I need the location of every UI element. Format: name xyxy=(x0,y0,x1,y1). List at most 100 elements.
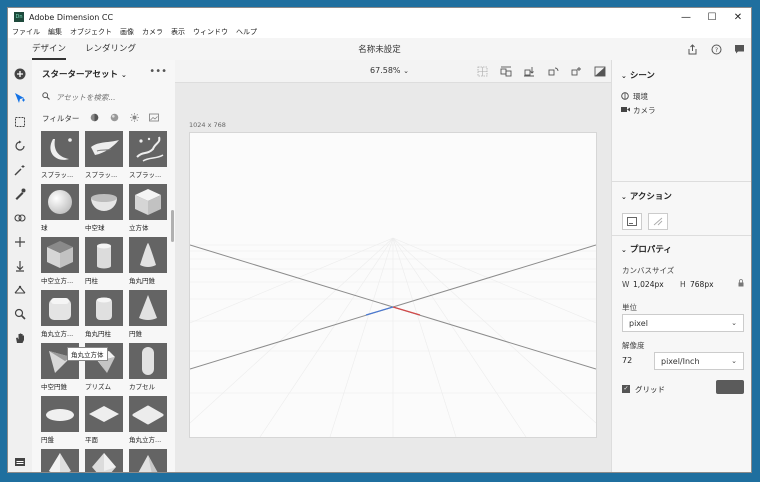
image-filter-icon[interactable] xyxy=(144,113,164,124)
canvas-toolbar: 67.58% ⌄ xyxy=(175,60,611,83)
asset-tile[interactable]: 立方体 xyxy=(129,184,167,232)
menu-edit[interactable]: 編集 xyxy=(44,27,66,37)
align-icon[interactable] xyxy=(499,64,513,78)
assets-scrollbar[interactable] xyxy=(171,210,174,242)
light-filter-icon[interactable] xyxy=(124,112,144,124)
asset-tile[interactable] xyxy=(41,449,79,472)
asset-tile[interactable]: 角丸円柱 xyxy=(85,290,123,338)
close-button[interactable]: ✕ xyxy=(725,8,751,26)
grid-checkbox[interactable]: ✓ xyxy=(622,385,630,393)
lock-icon[interactable] xyxy=(738,279,744,289)
asset-label: カプセル xyxy=(129,383,155,391)
drop-icon[interactable] xyxy=(12,258,28,274)
asset-label: 中空球 xyxy=(85,224,105,232)
unit-label: 単位 xyxy=(622,303,637,312)
add-icon[interactable] xyxy=(12,66,28,82)
fit-to-canvas-button[interactable] xyxy=(622,213,642,230)
scene-item-label: 環境 xyxy=(633,92,648,101)
asset-tile[interactable]: 角丸立方... xyxy=(129,396,167,444)
menu-object[interactable]: オブジェクト xyxy=(66,27,116,37)
scene-item-environment[interactable]: 環境 xyxy=(621,91,648,102)
unit-value: pixel xyxy=(629,318,648,328)
asset-tile[interactable] xyxy=(85,449,123,472)
window-title: Adobe Dimension CC xyxy=(29,12,114,22)
rounded-cylinder-thumb xyxy=(85,290,123,326)
scene-item-camera[interactable]: カメラ xyxy=(621,105,656,116)
starter-assets-panel: スターターアセット ⌄ ••• フィルター xyxy=(32,60,176,472)
search-input[interactable] xyxy=(56,92,156,102)
move-to-ground-icon[interactable] xyxy=(522,64,536,78)
asset-tile[interactable]: 平面 xyxy=(85,396,123,444)
model-filter-icon[interactable] xyxy=(84,113,104,124)
help-icon[interactable]: ? xyxy=(709,42,723,56)
select-icon[interactable] xyxy=(12,90,28,106)
unit-dropdown[interactable]: pixel ⌄ xyxy=(622,314,744,332)
asset-tile[interactable]: 角丸立方... xyxy=(41,290,79,338)
height-value[interactable]: 768px xyxy=(690,280,714,289)
width-value[interactable]: 1,024px xyxy=(633,280,664,289)
properties-panel: ⌄ シーン 環境 カメラ ⌄ アクション ⌄ プロパティ カンバスサイズ W 1… xyxy=(611,60,751,472)
grid-color-swatch[interactable] xyxy=(716,380,744,394)
share-icon[interactable] xyxy=(685,42,699,56)
link-icon[interactable] xyxy=(12,210,28,226)
menu-camera[interactable]: カメラ xyxy=(138,27,167,37)
resolution-value[interactable]: 72 xyxy=(622,356,632,365)
document-title: 名称未設定 xyxy=(358,45,401,55)
rotate-object-icon[interactable] xyxy=(546,64,560,78)
marquee-icon[interactable] xyxy=(12,114,28,130)
asset-tile[interactable]: 円錐 xyxy=(129,290,167,338)
orbit-icon[interactable] xyxy=(12,138,28,154)
chevron-down-icon: ⌄ xyxy=(621,246,627,254)
sampler-icon[interactable] xyxy=(12,186,28,202)
asset-tile[interactable]: 角丸円錐 xyxy=(129,237,167,285)
rounded-cone-thumb xyxy=(129,237,167,273)
panel-icon[interactable] xyxy=(12,454,28,470)
menu-window[interactable]: ウィンドウ xyxy=(189,27,232,37)
scene-item-label: カメラ xyxy=(633,106,656,115)
asset-tile[interactable]: スプラッ... xyxy=(129,131,167,179)
assets-title-dropdown[interactable]: スターターアセット ⌄ xyxy=(42,68,127,80)
menu-help[interactable]: ヘルプ xyxy=(232,27,261,37)
asset-label: 角丸立方... xyxy=(129,436,162,444)
scene-section-header[interactable]: ⌄ シーン xyxy=(621,69,655,81)
actions-section-header[interactable]: ⌄ アクション xyxy=(621,190,672,202)
pyramid-thumb xyxy=(41,449,79,472)
asset-tile[interactable]: スプラッ... xyxy=(85,131,123,179)
asset-search xyxy=(42,90,167,104)
menu-file[interactable]: ファイル xyxy=(8,27,44,37)
magic-wand-icon[interactable] xyxy=(12,162,28,178)
asset-tile[interactable]: 球 xyxy=(41,184,79,232)
grid-snap-icon[interactable] xyxy=(475,64,489,78)
asset-tile[interactable]: スプラッ... xyxy=(41,131,79,179)
asset-tile[interactable]: 中空立方... xyxy=(41,237,79,285)
menu-bar: ファイル 編集 オブジェクト 画像 カメラ 表示 ウィンドウ ヘルプ xyxy=(8,26,751,38)
horizon-icon[interactable] xyxy=(12,282,28,298)
match-image-button[interactable] xyxy=(648,213,668,230)
more-options-icon[interactable]: ••• xyxy=(149,66,167,77)
properties-section-header[interactable]: ⌄ プロパティ xyxy=(621,243,672,255)
asset-tile[interactable]: 中空球 xyxy=(85,184,123,232)
group-icon[interactable] xyxy=(569,64,583,78)
hand-icon[interactable] xyxy=(12,330,28,346)
minimize-button[interactable]: — xyxy=(673,8,699,26)
asset-tile[interactable]: カプセル xyxy=(129,343,167,391)
resolution-unit-dropdown[interactable]: pixel/Inch ⌄ xyxy=(654,352,744,370)
asset-label: 円柱 xyxy=(85,277,98,285)
zoom-dropdown[interactable]: 67.58% ⌄ xyxy=(370,66,409,75)
menu-view[interactable]: 表示 xyxy=(167,27,189,37)
capsule-thumb xyxy=(129,343,167,379)
render-preview-icon[interactable] xyxy=(593,64,607,78)
asset-tile[interactable]: 円盤 xyxy=(41,396,79,444)
asset-label: スプラッ... xyxy=(41,171,74,179)
filter-row: フィルター xyxy=(42,112,167,124)
material-filter-icon[interactable] xyxy=(104,113,124,124)
asset-tile[interactable]: 円柱 xyxy=(85,237,123,285)
maximize-button[interactable]: ☐ xyxy=(699,8,725,26)
asset-tile[interactable] xyxy=(129,449,167,472)
3d-viewport[interactable] xyxy=(189,132,597,438)
pan-icon[interactable] xyxy=(12,234,28,250)
hollow-sphere-thumb xyxy=(85,184,123,220)
feedback-icon[interactable] xyxy=(732,42,746,56)
zoom-icon[interactable] xyxy=(12,306,28,322)
menu-image[interactable]: 画像 xyxy=(116,27,138,37)
